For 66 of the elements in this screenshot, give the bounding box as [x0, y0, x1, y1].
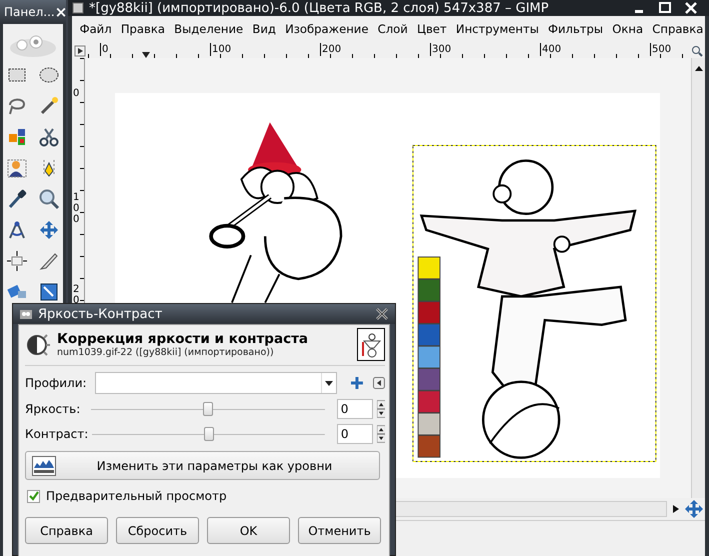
dialog-button[interactable]: OK: [207, 517, 290, 544]
menu-item[interactable]: Окна: [608, 22, 648, 36]
ruler-label: 0: [73, 88, 80, 99]
ruler-label: 100: [73, 192, 80, 225]
window-title: Панел...: [4, 5, 55, 19]
profiles-label: Профили:: [25, 376, 88, 390]
spin-arrows-icon[interactable]: [376, 425, 385, 443]
menu-item[interactable]: Фильтры: [543, 22, 608, 36]
close-button[interactable]: [375, 308, 389, 320]
move-arrows-icon[interactable]: [38, 219, 60, 241]
close-button[interactable]: ×: [54, 3, 68, 21]
ruler-label: 200: [320, 42, 342, 56]
color-blocks-icon[interactable]: [6, 126, 28, 148]
compass-icon[interactable]: [6, 219, 28, 241]
zoom-icon[interactable]: [691, 45, 703, 57]
slider-thumb[interactable]: [204, 427, 214, 441]
ruler-label: 0: [100, 42, 108, 56]
menu-item[interactable]: Выделение: [170, 22, 248, 36]
scale-icon[interactable]: [38, 281, 60, 303]
menu-item[interactable]: Инструменты: [451, 22, 544, 36]
number-field[interactable]: 0: [336, 399, 373, 419]
add-icon[interactable]: [351, 377, 364, 389]
preview-label: Предварительный просмотр: [46, 489, 227, 503]
ruler-label: 300: [430, 42, 452, 56]
menu-item[interactable]: Справка: [648, 22, 708, 36]
scissors-icon[interactable]: [38, 126, 60, 148]
window-title: *[gy88kii] (импортировано)-6.0 (Цвета RGB, 2 слоя) 547x387 – GIMP: [89, 0, 550, 16]
edit-as-levels-button[interactable]: Изменить эти параметры как уровни: [25, 451, 380, 480]
align-icon[interactable]: [6, 250, 28, 272]
ruler-label: 20: [73, 284, 80, 306]
spin-arrows-icon[interactable]: [376, 400, 385, 418]
person-select-icon[interactable]: [6, 157, 28, 179]
window-title: Яркость-Контраст: [38, 306, 164, 322]
menu-item[interactable]: Слой: [373, 22, 412, 36]
menu-item[interactable]: Цвет: [412, 22, 452, 36]
brightness-contrast-icon: [25, 332, 51, 358]
menu-item[interactable]: Изображение: [280, 22, 374, 36]
dialog-subtitle: num1039.gif-22 ([gy88kii] (импортировано)): [57, 347, 275, 358]
slider-thumb[interactable]: [202, 402, 213, 416]
dropdown-arrow-icon: [325, 380, 334, 386]
ruler-pointer-icon: [142, 52, 150, 58]
navigate-icon[interactable]: [685, 500, 703, 518]
dialog-button[interactable]: Отменить: [298, 517, 381, 544]
menu-item[interactable]: Правка: [116, 22, 170, 36]
menu-item[interactable]: Файл: [75, 22, 116, 36]
ruler-label: 100: [210, 42, 232, 56]
dialog-heading: Коррекция яркости и контраста: [57, 331, 310, 347]
document-icon: [72, 2, 84, 14]
checkmark-icon: [28, 491, 38, 501]
ruler-label: 400: [540, 42, 562, 56]
magnifier-icon[interactable]: [38, 188, 60, 210]
slider-label: Яркость:: [25, 402, 82, 416]
ruler-label: 500: [650, 42, 672, 56]
magic-wand-icon[interactable]: [38, 95, 60, 117]
menu-item[interactable]: Вид: [248, 22, 280, 36]
slider-label: Контраст:: [25, 427, 88, 441]
scrollbar[interactable]: [691, 58, 705, 498]
scroll-right-arrow-icon[interactable]: [671, 504, 681, 514]
eyedropper-icon[interactable]: [6, 188, 28, 210]
ruler-menu-icon[interactable]: [74, 45, 86, 57]
histogram-icon: [32, 456, 56, 476]
preview-checkbox[interactable]: [27, 490, 40, 502]
scroll-up-arrow-icon[interactable]: [694, 64, 704, 72]
number-field[interactable]: 0: [336, 424, 373, 444]
dialog-button[interactable]: Справка: [25, 517, 108, 544]
dialog-button[interactable]: Сбросить: [116, 517, 199, 544]
